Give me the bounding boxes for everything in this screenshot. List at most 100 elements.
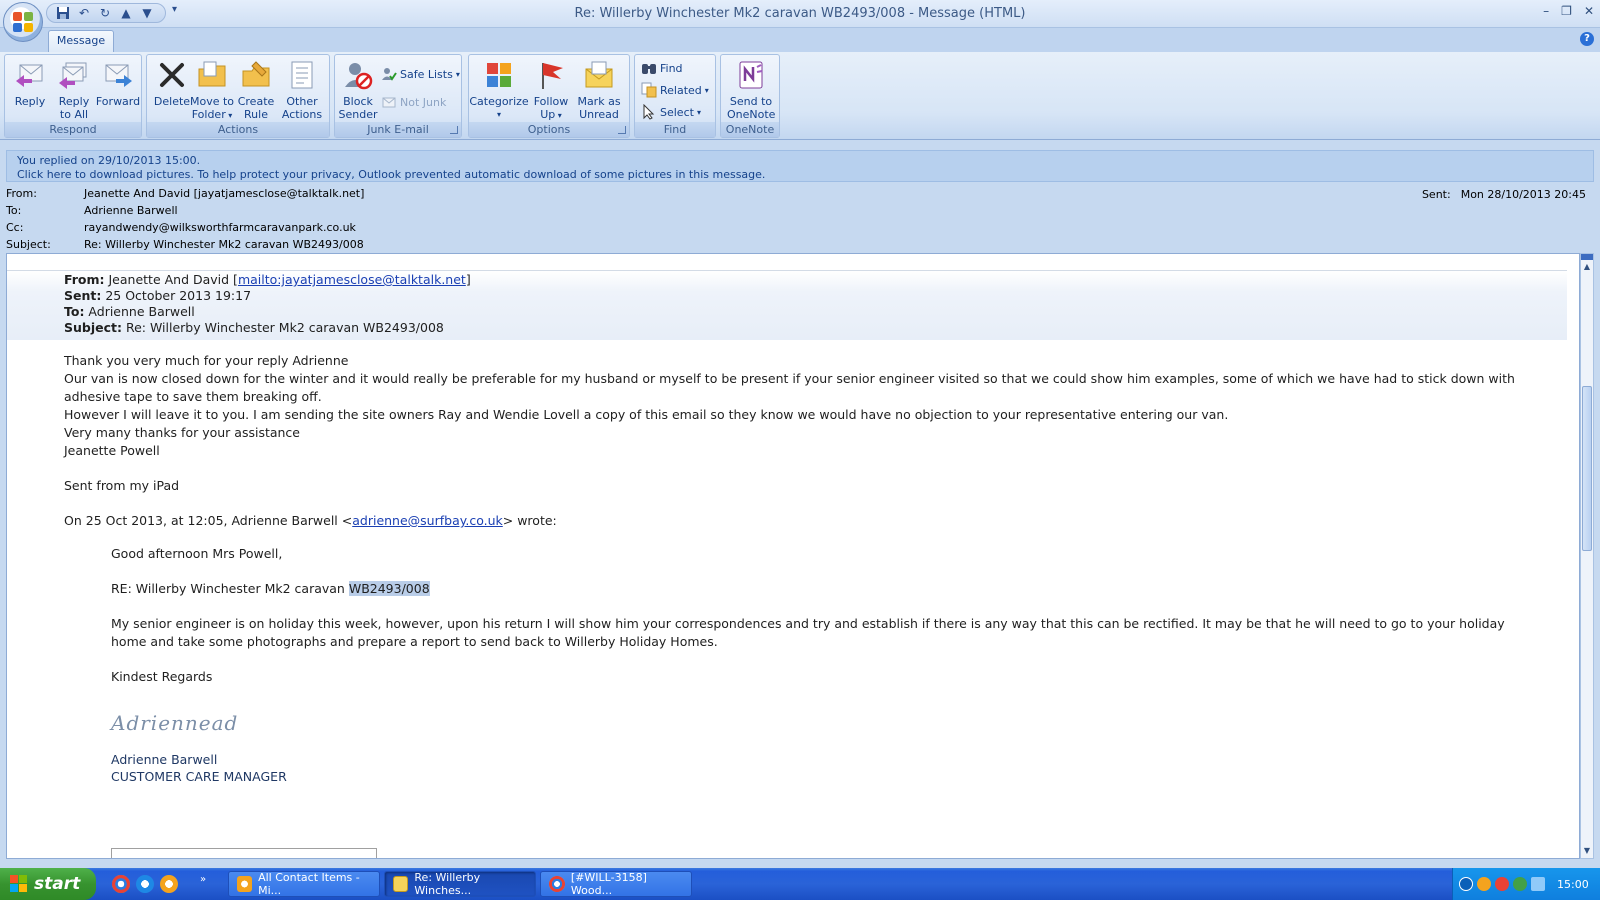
reply-all-button[interactable]: Reply to All	[51, 59, 97, 121]
find-group-label: Find	[635, 122, 715, 137]
onenote-group-label: OneNote	[721, 122, 779, 137]
quoted-subject-line: Subject: Re: Willerby Winchester Mk2 car…	[64, 320, 444, 335]
tab-message[interactable]: Message	[48, 30, 114, 52]
replied-notice: You replied on 29/10/2013 15:00.	[17, 154, 201, 167]
categorize-button[interactable]: Categorize ▾	[469, 59, 529, 121]
find-button[interactable]: Find	[641, 59, 683, 77]
mark-as-unread-button[interactable]: Mark as Unread	[575, 59, 623, 121]
actions-group-label: Actions	[147, 122, 329, 137]
onenote-icon	[739, 61, 763, 89]
help-icon[interactable]: ?	[1580, 32, 1594, 46]
ribbon: Reply Reply to All Forward Respond Delet…	[0, 52, 1600, 140]
selected-text[interactable]: WB2493/008	[348, 581, 430, 596]
chevron-down-icon: ▾	[225, 111, 233, 120]
scroll-down-icon[interactable]: ▼	[1581, 844, 1593, 858]
chevron-down-icon: ▾	[555, 111, 562, 120]
security-tray-icon[interactable]	[1513, 877, 1527, 891]
respond-group-label: Respond	[5, 122, 141, 137]
reply-paragraph: Good afternoon Mrs Powell,	[111, 546, 283, 561]
tray-expand-icon[interactable]	[1459, 877, 1473, 891]
delete-icon	[160, 63, 184, 87]
chrome-icon[interactable]	[112, 875, 130, 893]
maximize-button[interactable]: ❐	[1561, 4, 1572, 18]
to-value[interactable]: Adrienne Barwell	[84, 204, 178, 220]
office-button[interactable]	[3, 2, 43, 42]
taskbar-item-browser[interactable]: [#WILL-3158] Wood...	[540, 871, 692, 897]
scroll-up-icon[interactable]: ▲	[1581, 260, 1593, 274]
block-sender-button[interactable]: Block Sender	[335, 59, 381, 121]
find-group: Find Related ▾ Select ▾ Find	[634, 54, 716, 138]
other-actions-icon	[291, 61, 313, 89]
junk-email-group: Block Sender Safe Lists ▾ Not Junk Junk E…	[334, 54, 462, 138]
outlook-icon[interactable]	[160, 875, 178, 893]
mailto-link[interactable]: mailto:jayatjamesclose@talktalk.net	[238, 272, 466, 287]
reply-all-icon	[59, 62, 87, 89]
flag-icon	[542, 63, 563, 89]
body-paragraph: Very many thanks for your assistance	[64, 425, 300, 440]
network-icon[interactable]	[1531, 877, 1545, 891]
categorize-icon	[487, 63, 511, 87]
send-to-onenote-button[interactable]: Send to OneNote	[727, 59, 775, 121]
forward-button[interactable]: Forward	[95, 59, 141, 108]
envelope-icon	[393, 876, 409, 892]
signature-image: Adriennead	[111, 711, 239, 735]
mark-unread-icon	[585, 61, 613, 88]
internet-explorer-icon[interactable]	[136, 875, 154, 893]
message-body[interactable]: From: Jeanette And David [mailto:jayatja…	[6, 253, 1580, 859]
vertical-scrollbar[interactable]: ▲ ▼	[1580, 253, 1594, 859]
title-bar: ↶ ↻ ▲ ▼ ▾ Re: Willerby Winchester Mk2 ca…	[0, 0, 1600, 28]
forward-icon	[105, 64, 132, 87]
start-button[interactable]: start	[0, 868, 96, 900]
junk-email-group-label: Junk E-mail	[335, 122, 461, 137]
taskbar-item-message[interactable]: Re: Willerby Winches...	[384, 871, 536, 897]
options-group: Categorize ▾ Follow Up ▾ Mark as Unread …	[468, 54, 630, 138]
minimize-button[interactable]: –	[1543, 4, 1549, 18]
body-paragraph: Sent from my iPad	[64, 478, 180, 493]
wrote-line: On 25 Oct 2013, at 12:05, Adrienne Barwe…	[64, 513, 557, 528]
system-tray: 15:00	[1452, 868, 1600, 900]
binoculars-icon	[642, 64, 656, 74]
move-to-folder-button[interactable]: Move to Folder ▾	[189, 59, 235, 122]
create-rule-button[interactable]: Create Rule	[233, 59, 279, 121]
body-paragraph: However I will leave it to you. I am sen…	[64, 407, 1229, 422]
taskbar-item-contacts[interactable]: All Contact Items - Mi...	[228, 871, 380, 897]
scroll-thumb[interactable]	[1582, 386, 1592, 551]
reply-subject-line: RE: Willerby Winchester Mk2 caravan WB24…	[111, 581, 430, 596]
body-paragraph: Jeanette Powell	[64, 443, 160, 458]
subject-value: Re: Willerby Winchester Mk2 caravan WB24…	[84, 238, 364, 251]
reply-paragraph: home and take some photographs and prepa…	[111, 634, 718, 649]
windows-flag-icon	[10, 875, 28, 893]
from-value[interactable]: Jeanette And David [jayatjamesclose@talk…	[84, 187, 364, 203]
cc-value[interactable]: rayandwendy@wilksworthfarmcaravanpark.co…	[84, 221, 356, 237]
safe-lists-icon	[382, 68, 397, 81]
close-button[interactable]: ✕	[1584, 4, 1594, 18]
body-paragraph: Thank you very much for your reply Adrie…	[64, 353, 349, 368]
chevron-down-icon: ▾	[455, 69, 460, 79]
body-paragraph: adhesive tape to save them breaking off.	[64, 389, 322, 404]
chevron-down-icon: ▾	[704, 85, 709, 95]
cursor-icon	[643, 104, 655, 120]
select-button[interactable]: Select ▾	[641, 103, 701, 121]
email-link[interactable]: adrienne@surfbay.co.uk	[352, 513, 503, 528]
chrome-tray-icon[interactable]	[1495, 877, 1509, 891]
not-junk-button[interactable]: Not Junk	[381, 93, 446, 111]
dialog-launcher-icon[interactable]	[618, 126, 626, 134]
info-bar[interactable]: You replied on 29/10/2013 15:00. Click h…	[6, 150, 1594, 182]
follow-up-button[interactable]: Follow Up ▾	[529, 59, 573, 122]
create-rule-icon	[242, 61, 270, 87]
dialog-launcher-icon[interactable]	[450, 126, 458, 134]
reply-paragraph: Kindest Regards	[111, 669, 213, 684]
signature-title: CUSTOMER CARE MANAGER	[111, 769, 287, 784]
outlook-tray-icon[interactable]	[1477, 877, 1491, 891]
safe-lists-button[interactable]: Safe Lists ▾	[381, 65, 460, 83]
not-junk-icon	[382, 97, 396, 108]
clock[interactable]: 15:00	[1557, 878, 1589, 891]
taskbar: start » All Contact Items - Mi... Re: Wi…	[0, 868, 1600, 900]
related-button[interactable]: Related ▾	[641, 81, 709, 99]
move-folder-icon	[198, 61, 226, 87]
options-group-label: Options	[469, 122, 629, 137]
office-logo-icon	[13, 12, 33, 32]
quick-launch-more-icon[interactable]: »	[200, 874, 206, 885]
download-pictures-notice[interactable]: Click here to download pictures. To help…	[17, 168, 1593, 182]
reply-button[interactable]: Reply	[7, 59, 53, 108]
